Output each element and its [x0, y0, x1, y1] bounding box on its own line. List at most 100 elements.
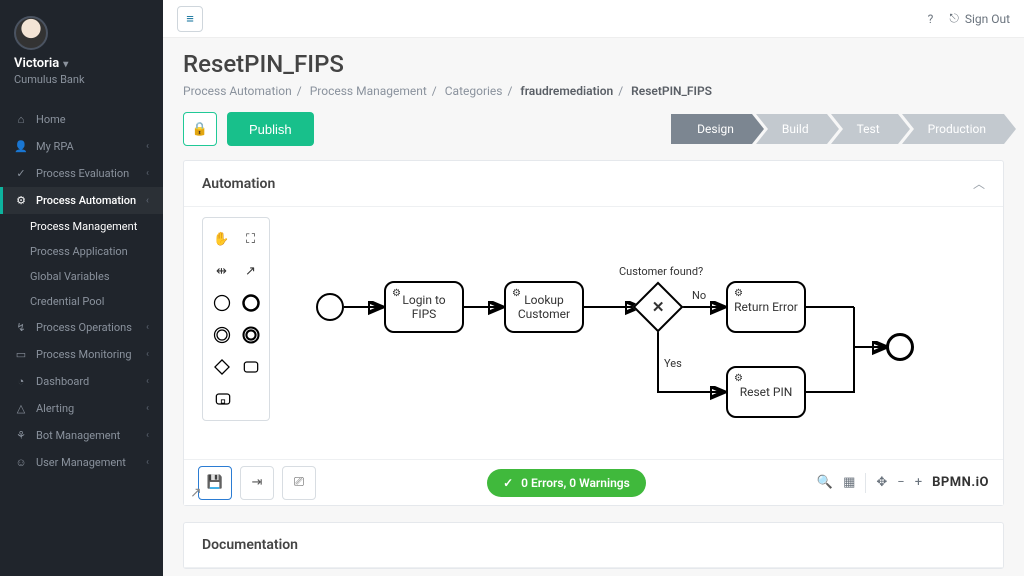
step-production[interactable]: Production	[902, 114, 1004, 144]
record-button[interactable]: ⎚	[282, 466, 316, 500]
palette-start-event[interactable]	[207, 288, 236, 318]
menu-toggle-button[interactable]: ≡	[177, 6, 203, 32]
user-icon: 👤	[14, 140, 28, 153]
gateway-question: Customer found?	[619, 265, 703, 278]
automation-panel: Automation ︿ ✋ ⛶ ⇹ ↗	[183, 160, 1004, 506]
bpmn-diagram[interactable]: ⚙ Login to FIPS ⚙ Lookup Customer Custom…	[294, 217, 993, 457]
zoom-in-button[interactable]: +	[915, 475, 922, 490]
hamburger-icon: ≡	[186, 11, 194, 27]
publish-button[interactable]: Publish	[227, 112, 314, 146]
documentation-panel: Documentation	[183, 522, 1004, 569]
profile-block: Victoria ▾ Cumulus Bank	[0, 0, 163, 96]
start-event[interactable]	[316, 293, 344, 321]
crumb-2[interactable]: Categories	[445, 84, 503, 98]
palette-task[interactable]	[236, 352, 265, 382]
sidebar-sub-credential-pool[interactable]: Credential Pool	[0, 289, 163, 314]
crumb-0[interactable]: Process Automation	[183, 84, 292, 98]
page-title: ResetPIN_FIPS	[183, 50, 1004, 78]
status-pill[interactable]: ✓ 0 Errors, 0 Warnings	[487, 469, 646, 497]
camera-icon: ⎚	[294, 475, 304, 490]
step-design[interactable]: Design	[671, 114, 752, 144]
check-icon: ✓	[503, 476, 513, 490]
sidebar-item-process-monitoring[interactable]: ▭Process Monitoring‹	[0, 341, 163, 368]
task-reset-pin[interactable]: ⚙ Reset PIN	[726, 366, 806, 418]
crumb-4[interactable]: ResetPIN_FIPS	[631, 84, 712, 98]
save-button[interactable]: 💾	[198, 466, 232, 500]
sidebar-item-home[interactable]: ⌂Home	[0, 106, 163, 133]
palette-connect-tool[interactable]: ↗	[236, 256, 265, 286]
step-build[interactable]: Build	[756, 114, 827, 144]
map-icon[interactable]: ▦	[843, 475, 855, 490]
palette-subprocess[interactable]	[207, 384, 265, 414]
panel-title: Documentation	[202, 537, 298, 553]
palette-intermediate-event-2[interactable]	[236, 320, 265, 350]
canvas[interactable]: ✋ ⛶ ⇹ ↗	[184, 207, 1003, 505]
check-icon: ✓	[14, 167, 28, 180]
lock-icon: 🔒	[192, 122, 208, 137]
fit-icon[interactable]: ✥	[876, 475, 887, 490]
sidebar-item-process-automation[interactable]: ⚙Process Automation‹	[0, 187, 163, 214]
resize-handle-icon[interactable]: ↗	[190, 485, 202, 501]
gear-icon: ⚙	[512, 288, 521, 299]
status-text: 0 Errors, 0 Warnings	[521, 476, 630, 490]
chevron-left-icon: ‹	[146, 430, 149, 441]
user-name-text: Victoria	[14, 56, 59, 71]
crumb-3[interactable]: fraudremediation	[520, 84, 613, 98]
sidebar-item-user-management[interactable]: ☺User Management‹	[0, 449, 163, 476]
task-label: Return Error	[734, 300, 798, 314]
end-event[interactable]	[886, 333, 914, 361]
monitor-icon: ▭	[14, 348, 28, 361]
palette-gateway[interactable]	[207, 352, 236, 382]
help-icon[interactable]: ?	[928, 12, 934, 26]
sidebar-item-label: User Management	[36, 456, 126, 469]
chevron-left-icon: ‹	[146, 457, 149, 468]
palette-intermediate-event[interactable]	[207, 320, 236, 350]
chevron-left-icon: ‹	[146, 322, 149, 333]
sign-out-button[interactable]: ⎋Sign Out	[949, 11, 1010, 26]
lock-button[interactable]: 🔒	[183, 112, 217, 146]
chevron-left-icon: ‹	[146, 403, 149, 414]
sidebar-item-alerting[interactable]: △ Alerting ‹	[0, 395, 163, 422]
gear-icon: ⚙	[734, 288, 743, 299]
sidebar-item-dashboard[interactable]: ◔Dashboard‹	[0, 368, 163, 395]
alert-icon: △	[14, 402, 28, 415]
import-button[interactable]: ⇥	[240, 466, 274, 500]
sidebar-sub-process-management[interactable]: Process Management	[0, 214, 163, 239]
task-lookup[interactable]: ⚙ Lookup Customer	[504, 281, 584, 333]
step-test[interactable]: Test	[831, 114, 898, 144]
task-label: Lookup Customer	[512, 293, 576, 321]
dashboard-icon: ◔	[14, 375, 28, 388]
sidebar-item-process-operations[interactable]: ↯Process Operations‹	[0, 314, 163, 341]
panel-title: Automation	[202, 176, 275, 192]
task-login[interactable]: ⚙ Login to FIPS	[384, 281, 464, 333]
palette-hand-tool[interactable]: ✋	[207, 224, 236, 254]
sidebar-sub-process-application[interactable]: Process Application	[0, 239, 163, 264]
sidebar-sub-global-variables[interactable]: Global Variables	[0, 264, 163, 289]
sidebar-item-bot-management[interactable]: ⚘Bot Management‹	[0, 422, 163, 449]
search-icon[interactable]: 🔍	[817, 475, 833, 490]
topbar: ≡ ? ⎋Sign Out	[163, 0, 1024, 38]
sidebar-item-label: Process Evaluation	[36, 167, 129, 180]
collapse-button[interactable]: ︿	[973, 175, 985, 192]
sidebar-item-process-evaluation[interactable]: ✓ Process Evaluation ‹	[0, 160, 163, 187]
gear-icon: ⚙	[14, 194, 28, 207]
user-org: Cumulus Bank	[14, 73, 149, 86]
zoom-out-button[interactable]: −	[897, 475, 904, 490]
chevron-down-icon: ▾	[63, 59, 68, 70]
panel-header: Documentation	[184, 523, 1003, 568]
avatar[interactable]	[14, 16, 48, 50]
sidebar-item-label: Alerting	[36, 402, 74, 415]
palette-space-tool[interactable]: ⇹	[207, 256, 236, 286]
edge-label-yes: Yes	[664, 357, 682, 370]
palette-end-event[interactable]	[236, 288, 265, 318]
sidebar-item-my-rpa[interactable]: 👤My RPA‹	[0, 133, 163, 160]
palette-lasso-tool[interactable]: ⛶	[236, 224, 265, 254]
user-name[interactable]: Victoria ▾	[14, 56, 149, 71]
task-label: Login to FIPS	[392, 293, 456, 321]
task-return-error[interactable]: ⚙ Return Error	[726, 281, 806, 333]
crumb-1[interactable]: Process Management	[310, 84, 427, 98]
main: ResetPIN_FIPS Process Automation/ Proces…	[163, 38, 1024, 576]
chevron-left-icon: ‹	[146, 195, 149, 206]
actions-row: 🔒 Publish Design Build Test Production	[183, 112, 1004, 146]
chevron-left-icon: ‹	[146, 168, 149, 179]
